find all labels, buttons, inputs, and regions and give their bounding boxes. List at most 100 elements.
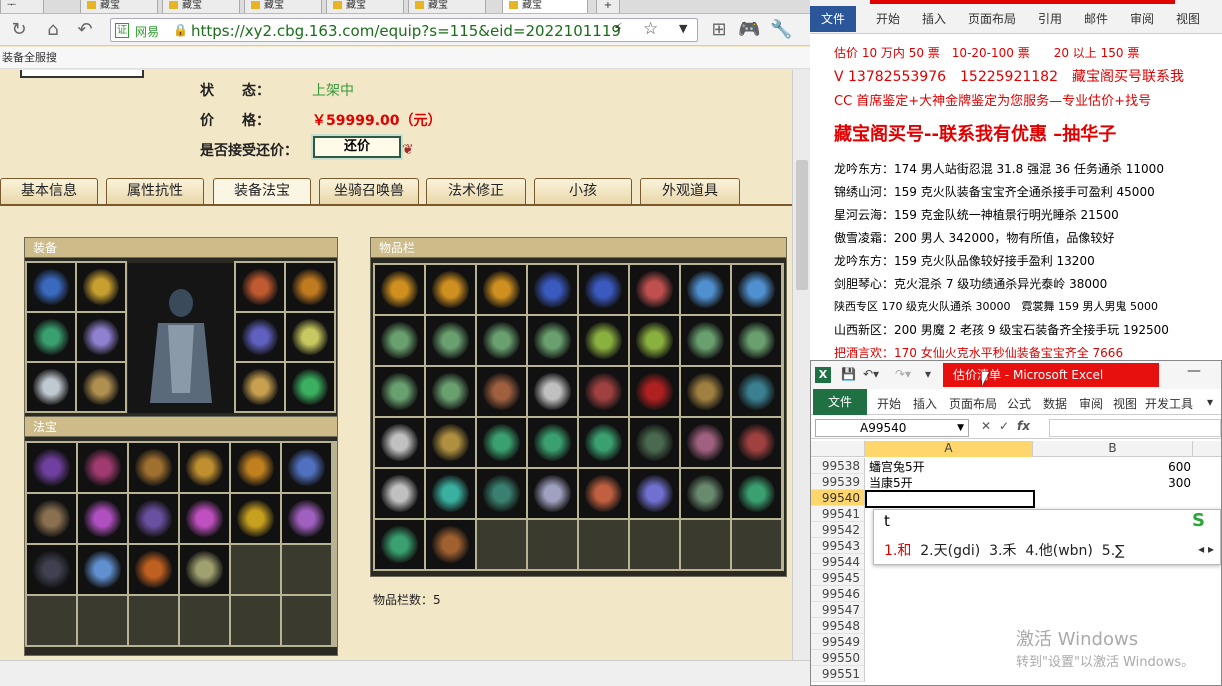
item-slot[interactable] [231,443,280,492]
empty-slot[interactable] [630,520,679,569]
item-slot[interactable] [528,469,577,518]
item-slot[interactable] [282,494,331,543]
lightning-icon[interactable]: ⚡ [613,21,623,37]
empty-slot[interactable] [27,596,76,645]
grid-icon[interactable]: ⊞ [708,19,730,41]
item-slot[interactable] [732,469,781,518]
item-slot[interactable] [732,265,781,314]
star-icon[interactable]: ☆ [643,19,658,39]
browser-tab[interactable]: ᅮ [0,0,44,13]
item-slot[interactable] [129,494,178,543]
item-slot[interactable] [477,367,526,416]
item-slot[interactable] [579,367,628,416]
row-header[interactable]: 99541 [811,506,865,522]
item-slot[interactable] [630,418,679,467]
url-text[interactable]: https://xy2.cbg.163.com/equip?s=115&eid=… [191,22,621,40]
item-slot[interactable] [579,418,628,467]
ime-page-arrows[interactable]: ◂ ▸ [1198,542,1214,556]
ime-candidate[interactable]: 4.他(wbn) [1025,543,1093,559]
redo-icon[interactable]: ↷▾ [895,367,911,381]
item-slot[interactable] [375,265,424,314]
excel-file-tab[interactable]: 文件 [813,389,867,415]
item-slot[interactable] [27,545,76,594]
empty-slot[interactable] [129,596,178,645]
name-box[interactable]: A99540 ▼ [815,419,969,437]
bargain-button[interactable]: 还价 [313,136,401,158]
item-slot[interactable] [78,545,127,594]
tab-appearance[interactable]: 外观道具 [640,178,740,205]
item-slot[interactable] [681,418,730,467]
item-slot[interactable] [579,469,628,518]
cell-b99538[interactable]: 600 [1111,459,1191,475]
item-slot[interactable] [732,367,781,416]
item-slot[interactable] [426,316,475,365]
item-slot[interactable] [681,367,730,416]
tab-child[interactable]: 小孩 [534,178,632,205]
ime-candidate[interactable]: 3.禾 [989,543,1016,559]
chevron-down-icon[interactable]: ▼ [679,22,687,35]
tab-spell-mods[interactable]: 法术修正 [426,178,526,205]
item-slot[interactable] [78,494,127,543]
word-tab-view[interactable]: 视图 [1176,10,1200,27]
item-slot[interactable] [477,316,526,365]
item-slot[interactable] [27,263,75,311]
refresh-icon[interactable]: ↻ [8,19,30,41]
item-slot[interactable] [236,363,284,411]
item-slot[interactable] [528,418,577,467]
item-slot[interactable] [282,443,331,492]
empty-slot[interactable] [681,520,730,569]
item-slot[interactable] [732,316,781,365]
tab-equipment[interactable]: 装备法宝 [213,178,311,205]
row-header[interactable]: 99545 [811,570,865,586]
item-slot[interactable] [27,494,76,543]
item-slot[interactable] [681,316,730,365]
item-slot[interactable] [630,316,679,365]
row-header[interactable]: 99543 [811,538,865,554]
row-header[interactable]: 99546 [811,586,865,602]
item-slot[interactable] [180,545,229,594]
cell-a99539[interactable]: 当康5开 [869,475,913,491]
word-tab-layout[interactable]: 页面布局 [968,10,1016,27]
address-bar[interactable]: 证 网易 🔒 https://xy2.cbg.163.com/equip?s=1… [110,18,698,42]
item-slot[interactable] [375,367,424,416]
word-tab-insert[interactable]: 插入 [922,10,946,27]
quick-access-dropdown-icon[interactable]: ▾ [925,367,931,381]
browser-tab-active[interactable]: 藏宝 [502,0,588,13]
home-icon[interactable]: ⌂ [42,19,64,41]
undo-icon[interactable]: ↶▾ [863,367,879,381]
game-icon[interactable]: 🎮 [738,19,760,41]
item-slot[interactable] [129,545,178,594]
empty-slot[interactable] [528,520,577,569]
item-slot[interactable] [375,520,424,569]
row-header[interactable]: 99547 [811,602,865,618]
formula-input[interactable] [1049,419,1221,437]
browser-tab[interactable]: 藏宝 [408,0,486,13]
empty-slot[interactable] [231,596,280,645]
item-slot[interactable] [732,418,781,467]
item-slot[interactable] [426,367,475,416]
row-header[interactable]: 99551 [811,666,865,682]
empty-slot[interactable] [282,596,331,645]
cancel-icon[interactable]: ✕ [981,419,991,433]
empty-slot[interactable] [732,520,781,569]
item-slot[interactable] [630,265,679,314]
word-tab-mailings[interactable]: 邮件 [1084,10,1108,27]
item-slot[interactable] [375,316,424,365]
word-file-tab[interactable]: 文件 [810,6,856,32]
item-slot[interactable] [375,418,424,467]
row-header[interactable]: 99542 [811,522,865,538]
item-slot[interactable] [528,367,577,416]
save-icon[interactable]: 💾 [841,367,856,381]
item-slot[interactable] [77,363,125,411]
empty-slot[interactable] [579,520,628,569]
minimize-button[interactable]: — [1187,363,1201,379]
word-tab-review[interactable]: 审阅 [1130,10,1154,27]
item-slot[interactable] [477,265,526,314]
browser-tab[interactable]: 藏宝 [326,0,404,13]
item-slot[interactable] [477,469,526,518]
item-slot[interactable] [579,265,628,314]
item-slot[interactable] [528,265,577,314]
item-slot[interactable] [27,443,76,492]
excel-tab-formulas[interactable]: 公式 [1007,395,1031,412]
item-slot[interactable] [681,265,730,314]
